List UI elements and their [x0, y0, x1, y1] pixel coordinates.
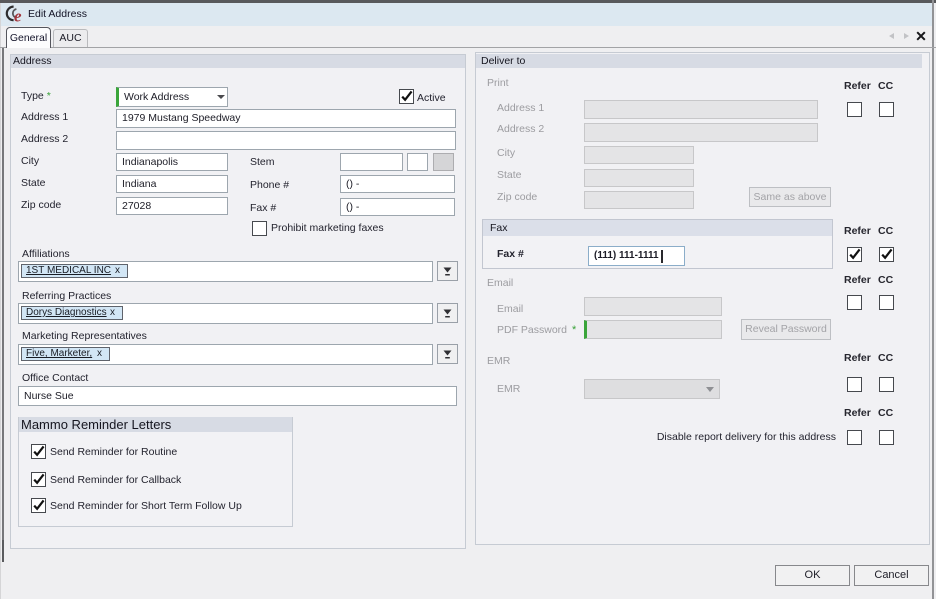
svg-text:e: e	[14, 7, 22, 26]
